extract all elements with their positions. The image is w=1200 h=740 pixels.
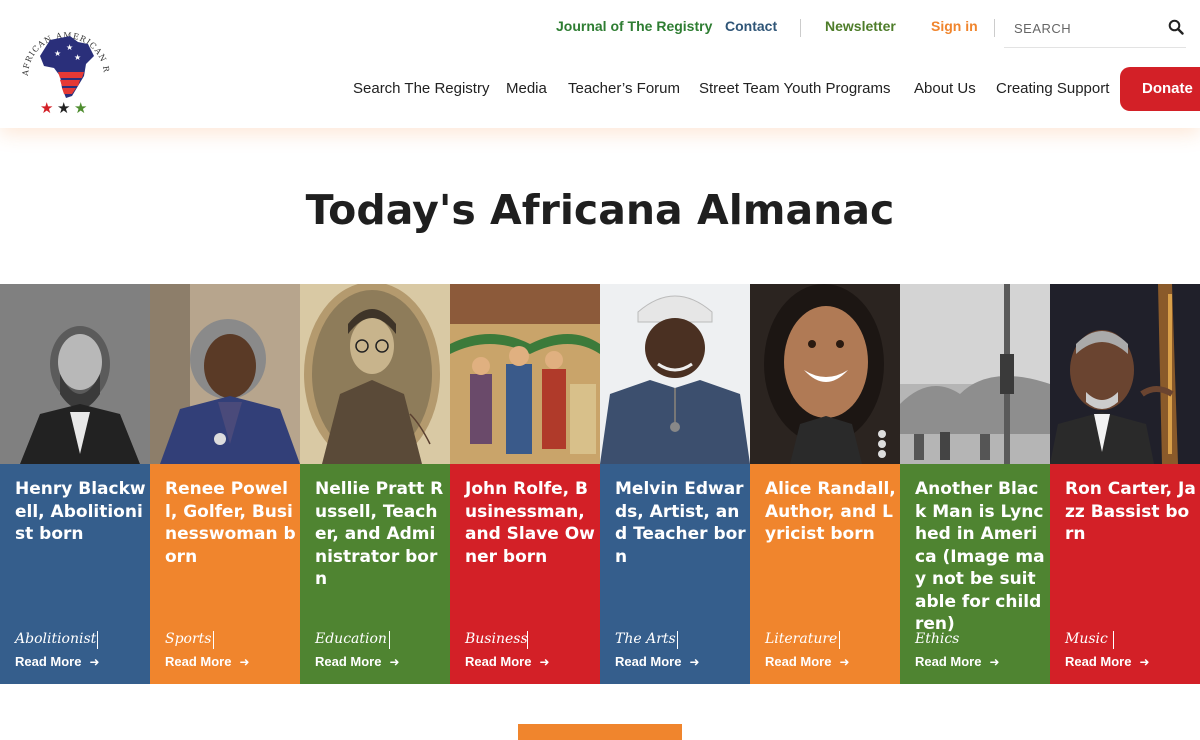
nav-street-team[interactable]: Street Team Youth Programs [699,80,891,100]
category-divider [213,631,214,649]
nav-creating-support[interactable]: Creating Support [996,80,1109,100]
arrow-right-icon: ➜ [839,655,850,669]
arrow-right-icon: ➜ [239,655,250,669]
read-more-link[interactable]: Read More ➜ [465,654,550,669]
svg-text:★: ★ [57,100,70,117]
read-more-label: Read More [1065,654,1132,669]
category-divider [389,631,390,649]
category-divider [527,631,528,649]
almanac-cards: Henry Blackwell, Abolitionist born Aboli… [0,284,1200,684]
sign-in-link[interactable]: Sign in [931,18,978,38]
nav-search-registry[interactable]: Search The Registry [353,80,489,100]
nav-about-us[interactable]: About Us [914,80,976,100]
card-title[interactable]: Melvin Edwards, Artist, and Teacher born [615,478,747,568]
card-photo[interactable] [1050,284,1200,464]
card-category[interactable]: Abolitionist [15,631,96,647]
site-header: AFRICAN AMERICAN REGISTRY ★ ★ ★ ★ ★ ★ Jo… [0,0,1200,128]
newsletter-link[interactable]: Newsletter [825,18,896,38]
almanac-card[interactable]: Renee Powell, Golfer, Businesswoman born… [150,284,300,684]
journal-link[interactable]: Journal of The Registry [556,18,712,38]
read-more-link[interactable]: Read More ➜ [165,654,250,669]
read-more-link[interactable]: Read More ➜ [1065,654,1150,669]
almanac-card[interactable]: Ron Carter, Jazz Bassist born Music Read… [1050,284,1200,684]
arrow-right-icon: ➜ [389,655,400,669]
registry-logo[interactable]: AFRICAN AMERICAN REGISTRY ★ ★ ★ ★ ★ ★ [10,9,118,120]
category-divider [839,631,840,649]
card-panel: Renee Powell, Golfer, Businesswoman born… [150,464,300,684]
card-panel: Henry Blackwell, Abolitionist born Aboli… [0,464,150,684]
almanac-card[interactable]: Henry Blackwell, Abolitionist born Aboli… [0,284,150,684]
card-category[interactable]: Music [1065,631,1108,647]
card-title[interactable]: Renee Powell, Golfer, Businesswoman born [165,478,297,568]
page-title: Today's Africana Almanac [305,186,895,234]
nav-media[interactable]: Media [506,80,547,100]
card-category[interactable]: Sports [165,631,211,647]
read-more-label: Read More [915,654,982,669]
utility-divider [800,19,801,37]
almanac-card[interactable]: Melvin Edwards, Artist, and Teacher born… [600,284,750,684]
arrow-right-icon: ➜ [89,655,100,669]
arrow-right-icon: ➜ [1139,655,1150,669]
card-photo[interactable] [900,284,1050,464]
read-more-label: Read More [165,654,232,669]
card-title[interactable]: Alice Randall, Author, and Lyricist born [765,478,897,546]
card-title[interactable]: Ron Carter, Jazz Bassist born [1065,478,1197,546]
svg-text:★: ★ [74,100,87,117]
almanac-card[interactable]: Alice Randall, Author, and Lyricist born… [750,284,900,684]
read-more-link[interactable]: Read More ➜ [765,654,850,669]
arrow-right-icon: ➜ [989,655,1000,669]
card-title[interactable]: John Rolfe, Businessman, and Slave Owner… [465,478,597,568]
read-more-label: Read More [615,654,682,669]
svg-text:★: ★ [66,43,73,52]
card-photo[interactable] [750,284,900,464]
card-photo[interactable] [450,284,600,464]
read-more-link[interactable]: Read More ➜ [315,654,400,669]
more-almanac-button[interactable] [518,724,682,740]
read-more-link[interactable]: Read More ➜ [15,654,100,669]
arrow-right-icon: ➜ [539,655,550,669]
nav-teachers-forum[interactable]: Teacher’s Forum [568,80,680,100]
card-category[interactable]: Education [315,631,387,647]
category-divider [677,631,678,649]
read-more-link[interactable]: Read More ➜ [615,654,700,669]
card-photo[interactable] [600,284,750,464]
svg-text:★: ★ [40,100,53,117]
svg-text:★: ★ [74,53,81,62]
search-input[interactable] [1014,19,1164,37]
almanac-card[interactable]: John Rolfe, Businessman, and Slave Owner… [450,284,600,684]
card-panel: Melvin Edwards, Artist, and Teacher born… [600,464,750,684]
card-photo[interactable] [300,284,450,464]
read-more-label: Read More [315,654,382,669]
card-photo[interactable] [150,284,300,464]
read-more-link[interactable]: Read More ➜ [915,654,1000,669]
card-title[interactable]: Nellie Pratt Russell, Teacher, and Admin… [315,478,447,591]
card-photo[interactable] [0,284,150,464]
category-divider [1113,631,1114,649]
card-title[interactable]: Another Black Man is Lynched in America … [915,478,1047,636]
card-panel: Nellie Pratt Russell, Teacher, and Admin… [300,464,450,684]
card-panel: Ron Carter, Jazz Bassist born Music Read… [1050,464,1200,684]
card-panel: Alice Randall, Author, and Lyricist born… [750,464,900,684]
card-category[interactable]: Literature [765,631,837,647]
almanac-card[interactable]: Another Black Man is Lynched in America … [900,284,1050,684]
card-category[interactable]: The Arts [615,631,676,647]
card-panel: Another Black Man is Lynched in America … [900,464,1050,684]
donate-button[interactable]: Donate [1120,67,1200,111]
read-more-label: Read More [465,654,532,669]
card-title[interactable]: Henry Blackwell, Abolitionist born [15,478,147,546]
card-panel: John Rolfe, Businessman, and Slave Owner… [450,464,600,684]
arrow-right-icon: ➜ [689,655,700,669]
category-divider [97,631,98,649]
read-more-label: Read More [15,654,82,669]
card-category[interactable]: Business [465,631,528,647]
card-category[interactable]: Ethics [915,631,959,647]
africa-map-logo-icon: AFRICAN AMERICAN REGISTRY ★ ★ ★ ★ ★ ★ [10,9,110,117]
contact-link[interactable]: Contact [725,18,777,38]
search-box [1004,8,1186,48]
search-icon[interactable] [1168,19,1184,35]
svg-text:★: ★ [54,49,61,58]
read-more-label: Read More [765,654,832,669]
utility-divider [994,19,995,37]
almanac-card[interactable]: Nellie Pratt Russell, Teacher, and Admin… [300,284,450,684]
